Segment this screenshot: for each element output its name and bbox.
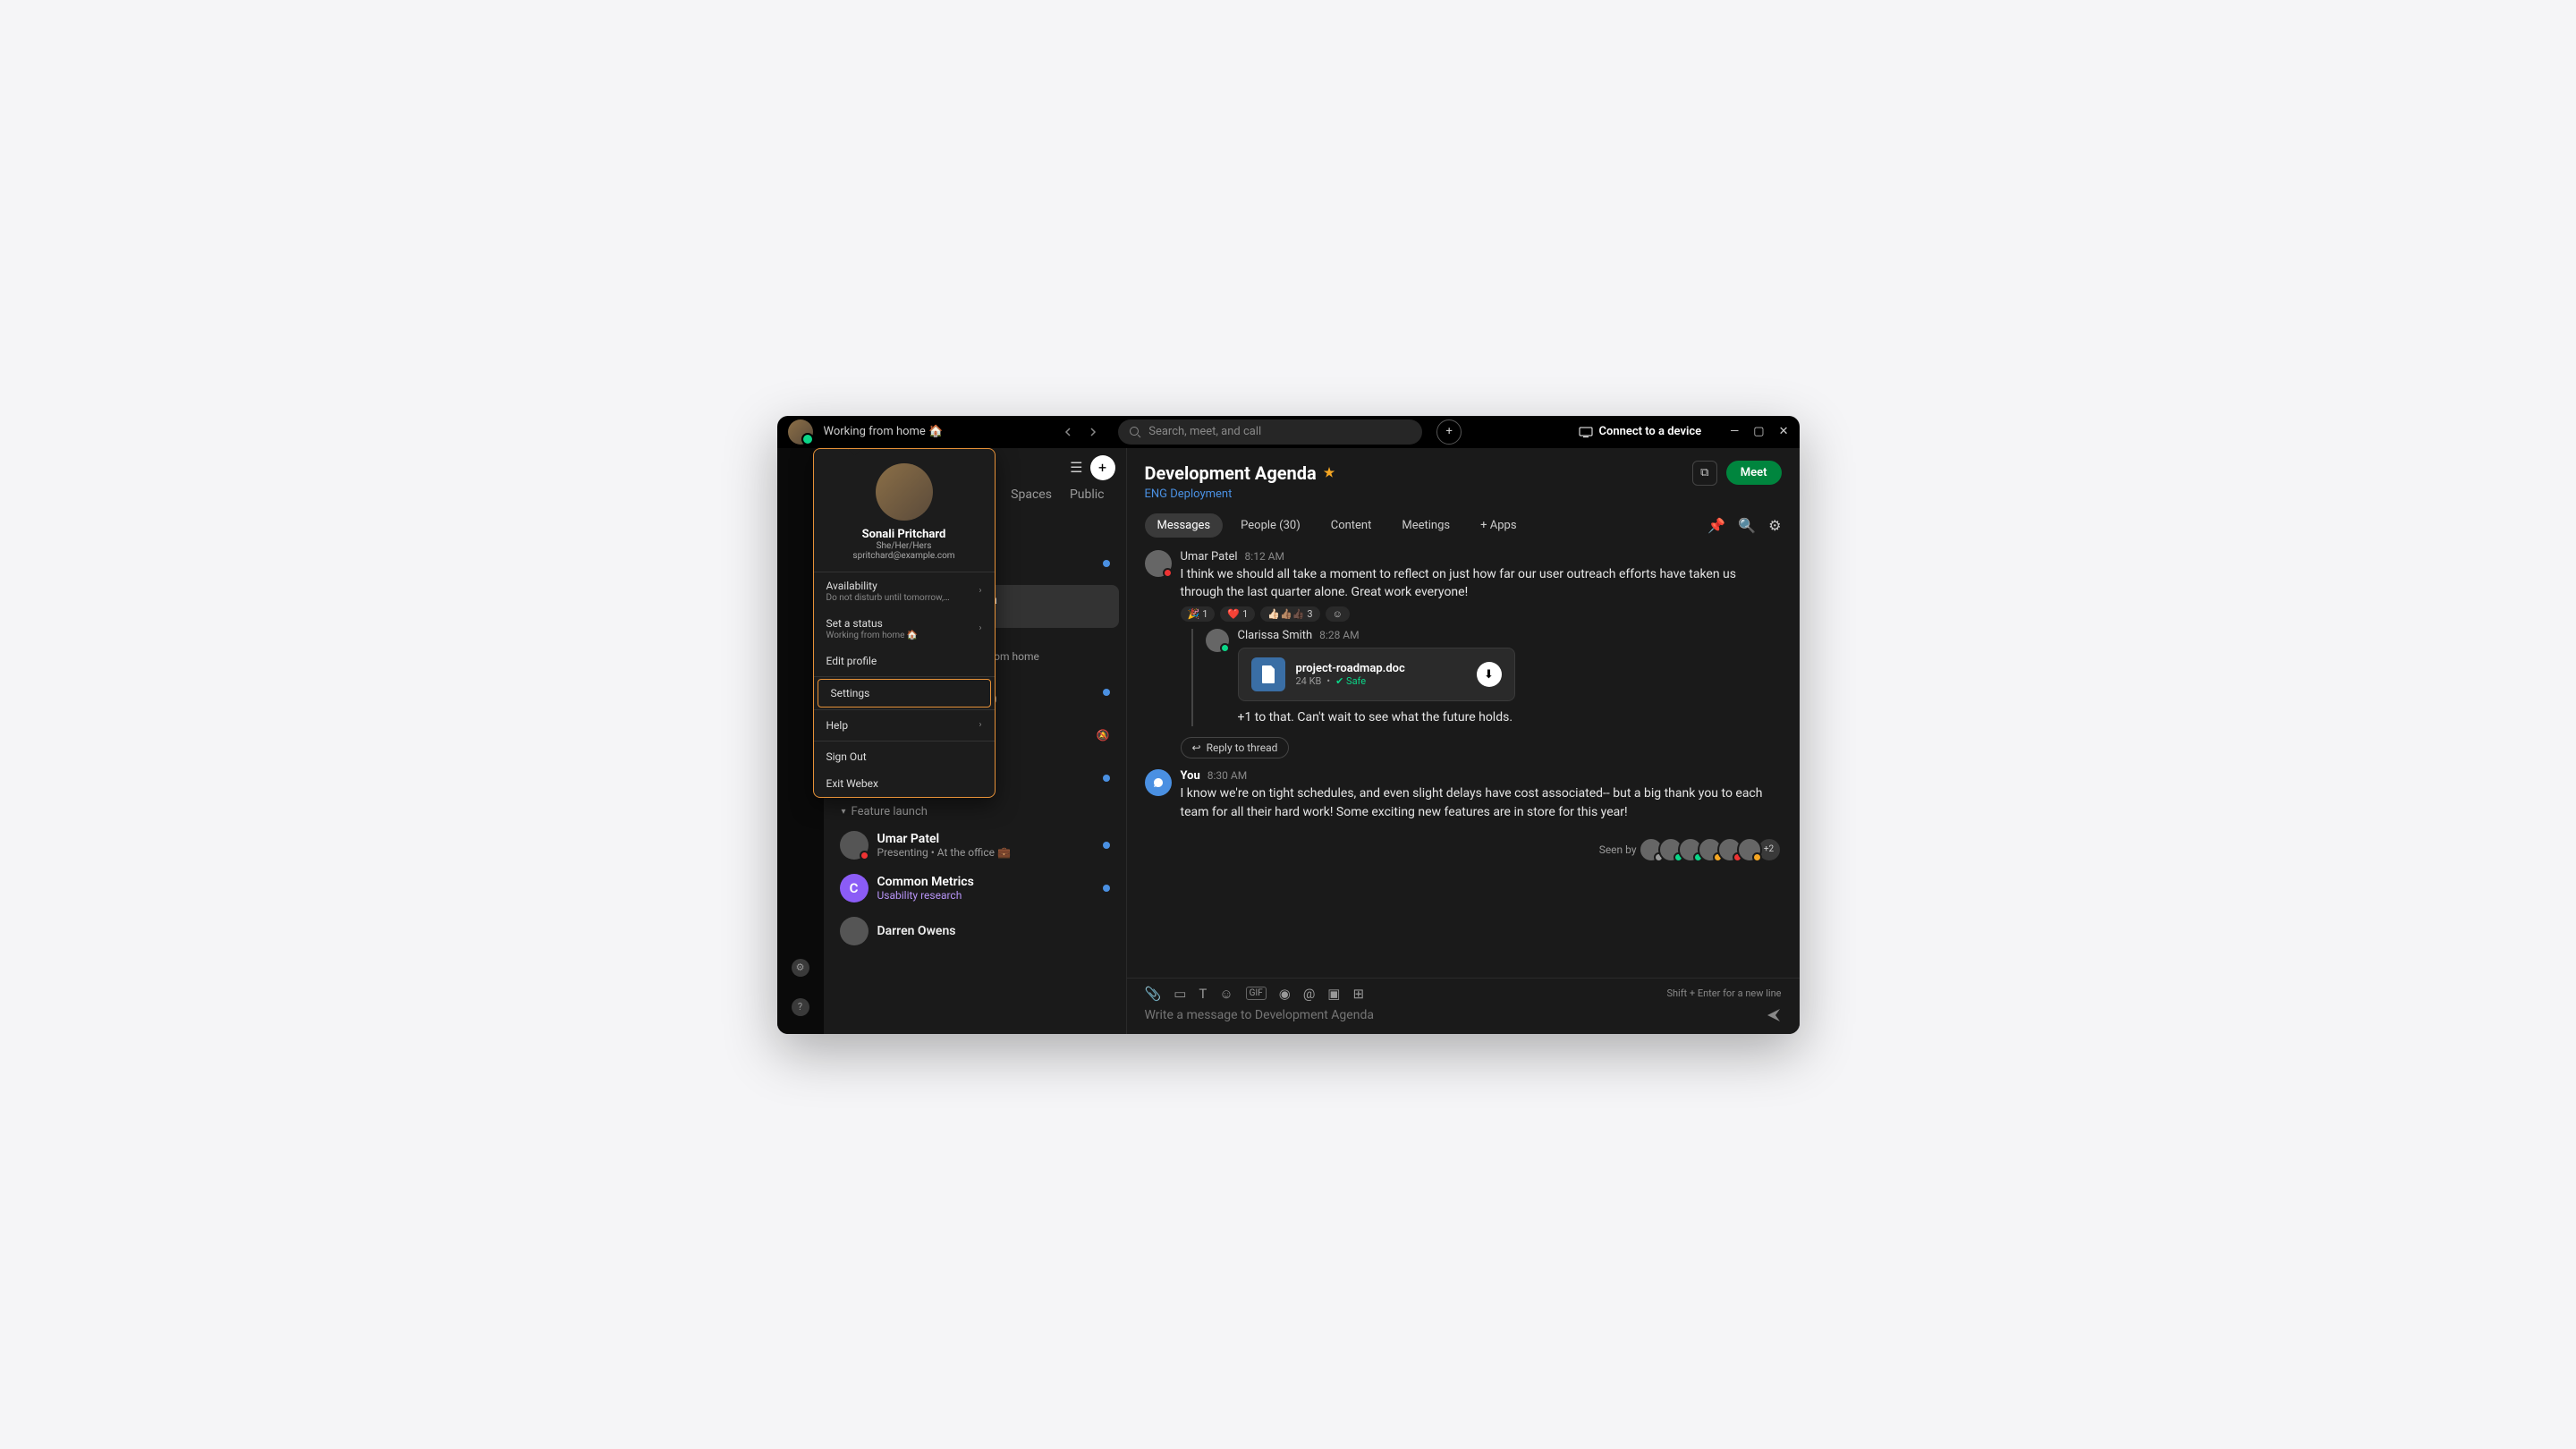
chevron-right-icon: › (979, 623, 981, 633)
search-placeholder: Search, meet, and call (1148, 425, 1261, 438)
chat-tabs: Messages People (30) Content Meetings + … (1145, 513, 1782, 538)
unread-dot (1103, 842, 1110, 849)
new-action-button[interactable]: + (1436, 419, 1462, 445)
settings-rail[interactable]: ⚙ (784, 952, 817, 984)
menu-availability[interactable]: Availability Do not disturb until tomorr… (814, 572, 995, 610)
add-space-button[interactable]: + (1090, 455, 1115, 480)
settings-icon[interactable]: ⚙ (1768, 517, 1781, 534)
emoji-icon[interactable]: ☺ (1219, 986, 1233, 1002)
attach-icon[interactable]: 📎 (1145, 986, 1162, 1002)
thread: Clarissa Smith 8:28 AM project-roa (1191, 629, 1782, 726)
list-item[interactable]: Darren Owens (831, 910, 1119, 953)
muted-icon: 🔕 (1097, 729, 1110, 741)
screen-icon[interactable]: ▭ (1174, 986, 1186, 1002)
unread-dot (1103, 775, 1110, 782)
maximize-button[interactable]: ▢ (1753, 425, 1764, 438)
back-button[interactable] (1057, 421, 1079, 443)
avatar[interactable] (1145, 769, 1172, 796)
chevron-right-icon: › (979, 720, 981, 730)
reaction[interactable]: 🎉1 (1181, 606, 1216, 622)
tab-content[interactable]: Content (1318, 513, 1385, 538)
tab-apps[interactable]: + Apps (1468, 513, 1529, 538)
avatar[interactable] (1206, 629, 1229, 652)
copy-link-button[interactable]: ⧉ (1692, 461, 1717, 486)
gif-icon[interactable]: GIF (1246, 987, 1267, 1000)
reaction[interactable]: 👍🏻👍🏽👍🏿3 (1260, 606, 1319, 622)
app-window: Working from home 🏠 Search, meet, and ca… (777, 416, 1800, 1034)
reaction[interactable]: ❤️1 (1220, 606, 1255, 622)
message: Umar Patel 8:12 AM I think we should all… (1145, 550, 1782, 759)
list-item[interactable]: Umar Patel Presenting • At the office 💼 (831, 824, 1119, 867)
unread-dot (1103, 885, 1110, 892)
sidebar: ☰ + Spaces Public ▾ Recommended Messages… (824, 448, 1126, 1034)
chat-title: Development Agenda ★ (1145, 462, 1335, 484)
tab-people[interactable]: People (30) (1228, 513, 1313, 538)
reactions: 🎉1 ❤️1 👍🏻👍🏽👍🏿3 ☺ (1181, 606, 1782, 622)
tab-public[interactable]: Public (1070, 487, 1105, 505)
tab-meetings[interactable]: Meetings (1389, 513, 1462, 538)
titlebar: Working from home 🏠 Search, meet, and ca… (777, 416, 1800, 448)
unread-dot (1103, 560, 1110, 567)
download-button[interactable]: ⬇ (1477, 662, 1502, 687)
menu-exit[interactable]: Exit Webex (814, 770, 995, 797)
menu-settings[interactable]: Settings (818, 679, 991, 708)
sticker-icon[interactable]: ◉ (1279, 986, 1291, 1002)
chat-panel: Development Agenda ★ ⧉ Meet ENG Deployme… (1126, 448, 1800, 1034)
message: You 8:30 AM I know we're on tight schedu… (1145, 769, 1782, 821)
avatar[interactable] (1145, 550, 1172, 577)
file-attachment[interactable]: project-roadmap.doc 24 KB• ✔ Safe ⬇ (1238, 648, 1515, 701)
popup-avatar (876, 463, 933, 521)
add-reaction[interactable]: ☺ (1326, 606, 1350, 622)
menu-help[interactable]: Help › (814, 712, 995, 739)
minimize-button[interactable]: — (1730, 425, 1739, 438)
composer: 📎 ▭ T ☺ GIF ◉ @ ▣ ⊞ Shift + Enter for a … (1127, 978, 1800, 1034)
search-icon[interactable]: 🔍 (1738, 517, 1756, 534)
tab-messages[interactable]: Messages (1145, 513, 1224, 538)
connect-device[interactable]: Connect to a device (1579, 425, 1701, 438)
tab-spaces[interactable]: Spaces (1011, 487, 1052, 505)
format-icon[interactable]: T (1199, 986, 1207, 1002)
menu-set-status[interactable]: Set a status Working from home 🏠 › (814, 610, 995, 648)
message-input[interactable] (1145, 1008, 1757, 1022)
nav-arrows (1057, 421, 1104, 443)
window-controls: — ▢ ✕ (1730, 425, 1788, 438)
reply-thread-button[interactable]: ↩ Reply to thread (1181, 737, 1290, 758)
send-button[interactable] (1766, 1007, 1782, 1023)
filter-icon[interactable]: ☰ (1070, 459, 1082, 476)
menu-sign-out[interactable]: Sign Out (814, 743, 995, 770)
chevron-right-icon: › (979, 586, 981, 596)
mention-icon[interactable]: @ (1303, 986, 1315, 1002)
composer-hint: Shift + Enter for a new line (1666, 987, 1781, 999)
pin-icon[interactable]: 📌 (1707, 517, 1725, 534)
forward-button[interactable] (1082, 421, 1104, 443)
chat-subspace[interactable]: ENG Deployment (1145, 487, 1782, 501)
seen-avatar[interactable] (1737, 837, 1762, 862)
unread-dot (1103, 689, 1110, 696)
status-text: Working from home 🏠 (824, 425, 944, 438)
popup-name: Sonali Pritchard (825, 528, 984, 541)
favorite-icon[interactable]: ★ (1324, 466, 1335, 480)
profile-menu: Sonali Pritchard She/Her/Hers spritchard… (813, 448, 996, 798)
person-icon[interactable]: ▣ (1327, 986, 1340, 1002)
section-feature-launch[interactable]: ▾ Feature launch (831, 800, 1119, 824)
user-avatar[interactable] (788, 419, 813, 445)
search-icon (1129, 426, 1141, 438)
composer-toolbar: 📎 ▭ T ☺ GIF ◉ @ ▣ ⊞ Shift + Enter for a … (1145, 986, 1782, 1002)
file-icon (1251, 657, 1285, 691)
meet-button[interactable]: Meet (1726, 461, 1782, 485)
menu-edit-profile[interactable]: Edit profile (814, 648, 995, 674)
reply-icon: ↩ (1192, 741, 1201, 754)
video-icon[interactable]: ⊞ (1352, 986, 1364, 1002)
device-icon (1579, 427, 1593, 437)
message-list[interactable]: Umar Patel 8:12 AM I think we should all… (1127, 538, 1800, 978)
chat-header: Development Agenda ★ ⧉ Meet ENG Deployme… (1127, 448, 1800, 538)
search-bar[interactable]: Search, meet, and call (1118, 419, 1422, 445)
list-item[interactable]: C Common Metrics Usability research (831, 867, 1119, 910)
seen-by: Seen by +2 (1145, 837, 1782, 862)
help-rail[interactable]: ? (784, 991, 817, 1023)
close-button[interactable]: ✕ (1779, 425, 1789, 438)
